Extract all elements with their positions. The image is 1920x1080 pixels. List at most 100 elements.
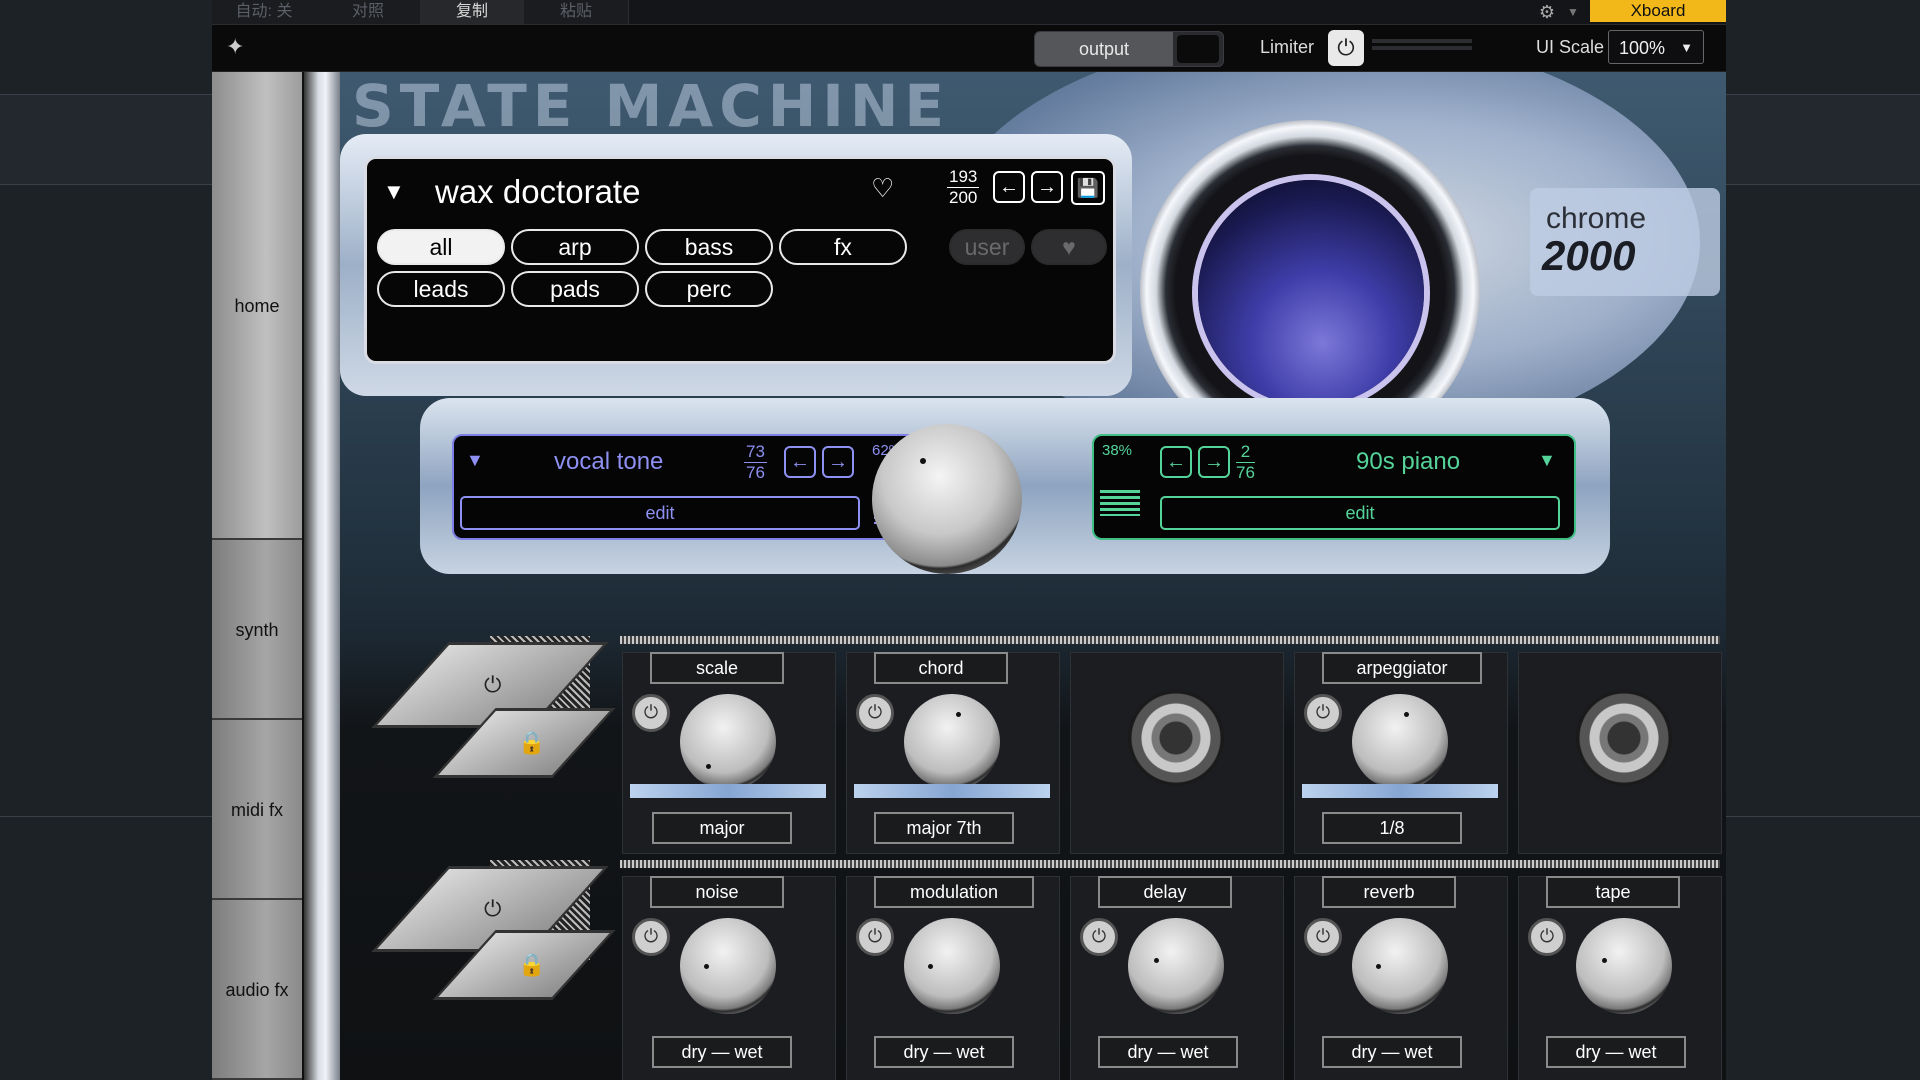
filter-user[interactable]: user	[949, 229, 1025, 265]
scale-lightbar	[630, 784, 826, 798]
chord-power-icon[interactable]: ⏻	[856, 694, 894, 732]
category-pads[interactable]: pads	[511, 271, 639, 307]
arpeggiator-power-icon[interactable]: ⏻	[1304, 694, 1342, 732]
scale-value[interactable]: major	[652, 812, 792, 844]
preset-dropdown-icon[interactable]: ▼	[383, 179, 405, 205]
layer-b-panel: 38% ← → 2 76 90s piano ▼ edit	[1092, 434, 1576, 540]
sidebar: home synth midi fx audio fx	[212, 72, 304, 1080]
sidebar-item-home[interactable]: home	[212, 72, 302, 540]
arpeggiator-value[interactable]: 1/8	[1322, 812, 1462, 844]
brand-line1: chrome	[1546, 202, 1647, 235]
art-title: STATE MACHINE	[352, 72, 951, 140]
filter-favorites[interactable]: ♥	[1031, 229, 1107, 265]
delay-value[interactable]: dry — wet	[1098, 1036, 1238, 1068]
output-label: output	[1035, 32, 1173, 66]
arpeggiator-title: arpeggiator	[1322, 652, 1482, 684]
noise-knob[interactable]	[680, 918, 776, 1014]
noise-title: noise	[650, 876, 784, 908]
sidebar-item-synth[interactable]: synth	[212, 540, 302, 720]
decor-strip	[620, 860, 1720, 868]
layer-b-edit-button[interactable]: edit	[1160, 496, 1560, 530]
layer-a-next-button[interactable]: →	[822, 446, 854, 478]
chord-value[interactable]: major 7th	[874, 812, 1014, 844]
save-icon[interactable]: 💾	[1071, 171, 1105, 205]
host-tab-copy[interactable]: 复制	[420, 0, 525, 24]
noise-value[interactable]: dry — wet	[652, 1036, 792, 1068]
category-perc[interactable]: perc	[645, 271, 773, 307]
category-arp[interactable]: arp	[511, 229, 639, 265]
scale-knob[interactable]	[680, 694, 776, 790]
heart-icon[interactable]: ♡	[871, 173, 894, 204]
limiter-meter	[1372, 39, 1472, 57]
orb-display	[1198, 180, 1424, 406]
layer-a-dropdown-icon[interactable]: ▼	[466, 450, 484, 471]
layer-a-index: 73	[744, 442, 767, 463]
delay-knob[interactable]	[1128, 918, 1224, 1014]
delay-power-icon[interactable]: ⏻	[1080, 918, 1118, 956]
arpeggiator-knob[interactable]	[1352, 694, 1448, 790]
power-icon: ⏻	[484, 896, 502, 921]
layer-b-dropdown-icon[interactable]: ▼	[1538, 450, 1556, 471]
output-slot	[1177, 35, 1219, 63]
empty-slot-bolt	[1576, 690, 1672, 786]
modulation-knob[interactable]	[904, 918, 1000, 1014]
category-bass[interactable]: bass	[645, 229, 773, 265]
scale-power-icon[interactable]: ⏻	[632, 694, 670, 732]
tape-knob[interactable]	[1576, 918, 1672, 1014]
layer-b-counter: 2 76	[1236, 442, 1255, 483]
limiter-power-icon[interactable]: ⏻	[1328, 30, 1364, 66]
layer-a-edit-button[interactable]: edit	[460, 496, 860, 530]
layer-b-prev-button[interactable]: ←	[1160, 446, 1192, 478]
layer-b-name[interactable]: 90s piano	[1356, 448, 1460, 476]
caret-down-icon: ▼	[1680, 40, 1693, 55]
tape-value[interactable]: dry — wet	[1546, 1036, 1686, 1068]
host-toolbar: 自动: 关 对照 复制 粘贴 ⚙ ▼ Xboard	[212, 0, 1726, 25]
ui-scale-value: 100%	[1619, 38, 1666, 58]
layer-a-panel: ▼ vocal tone 73 76 ← → 62% edit	[452, 434, 934, 540]
sidebar-item-label: synth	[235, 620, 279, 640]
chord-title: chord	[874, 652, 1008, 684]
layer-mix-knob[interactable]	[872, 424, 1022, 574]
preset-index: 193	[947, 167, 980, 188]
empty-slot-bolt	[1128, 690, 1224, 786]
layer-a-prev-button[interactable]: ←	[784, 446, 816, 478]
sidebar-item-label: home	[234, 296, 280, 316]
arpeggiator-lightbar	[1302, 784, 1498, 798]
preset-prev-button[interactable]: ←	[993, 171, 1025, 203]
chord-lightbar	[854, 784, 1050, 798]
modulation-value[interactable]: dry — wet	[874, 1036, 1014, 1068]
layer-b-next-button[interactable]: →	[1198, 446, 1230, 478]
decor-strip	[620, 636, 1720, 644]
category-all[interactable]: all	[377, 229, 505, 265]
preset-next-button[interactable]: →	[1031, 171, 1063, 203]
brand-line2: 2000	[1542, 232, 1636, 279]
host-tab-compare[interactable]: 对照	[316, 0, 421, 24]
output-selector[interactable]: output	[1034, 31, 1224, 67]
reverb-title: reverb	[1322, 876, 1456, 908]
reverb-knob[interactable]	[1352, 918, 1448, 1014]
sidebar-item-label: midi fx	[230, 800, 283, 820]
chord-knob[interactable]	[904, 694, 1000, 790]
host-tab-paste[interactable]: 粘贴	[524, 0, 629, 24]
sidebar-item-label: audio fx	[225, 980, 289, 1000]
category-leads[interactable]: leads	[377, 271, 505, 307]
logo-icon: ✦	[226, 34, 245, 59]
tape-power-icon[interactable]: ⏻	[1528, 918, 1566, 956]
host-tab-auto[interactable]: 自动: 关	[212, 0, 317, 24]
chevron-down-icon[interactable]: ▼	[1562, 0, 1584, 24]
gear-icon[interactable]: ⚙	[1532, 0, 1562, 24]
modulation-power-icon[interactable]: ⏻	[856, 918, 894, 956]
lock-icon: 🔒	[518, 730, 546, 755]
modulation-title: modulation	[874, 876, 1034, 908]
layer-a-name[interactable]: vocal tone	[554, 448, 663, 476]
xboard-button[interactable]: Xboard	[1590, 0, 1726, 22]
sidebar-item-midi-fx[interactable]: midi fx	[212, 720, 302, 900]
brand-badge: chrome 2000	[1530, 188, 1720, 296]
noise-power-icon[interactable]: ⏻	[632, 918, 670, 956]
ui-scale-select[interactable]: 100% ▼	[1608, 30, 1704, 64]
preset-name[interactable]: wax doctorate	[435, 173, 640, 211]
reverb-value[interactable]: dry — wet	[1322, 1036, 1462, 1068]
sidebar-item-audio-fx[interactable]: audio fx	[212, 900, 302, 1080]
reverb-power-icon[interactable]: ⏻	[1304, 918, 1342, 956]
category-fx[interactable]: fx	[779, 229, 907, 265]
